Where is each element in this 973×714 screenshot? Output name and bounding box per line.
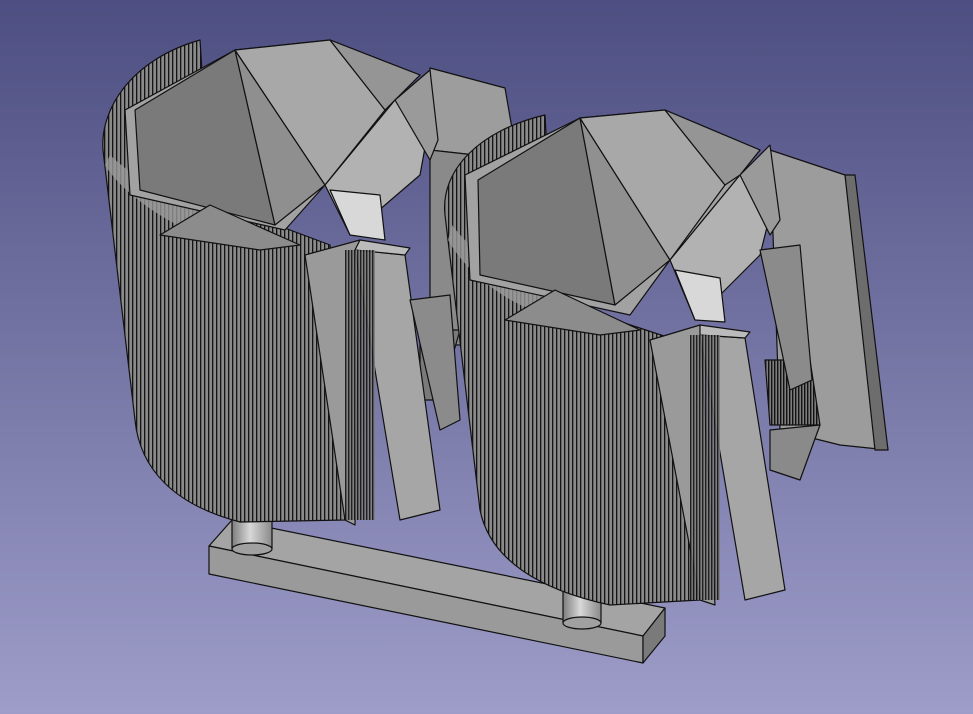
3d-viewport[interactable]	[0, 0, 973, 714]
model-scene[interactable]	[0, 0, 973, 714]
